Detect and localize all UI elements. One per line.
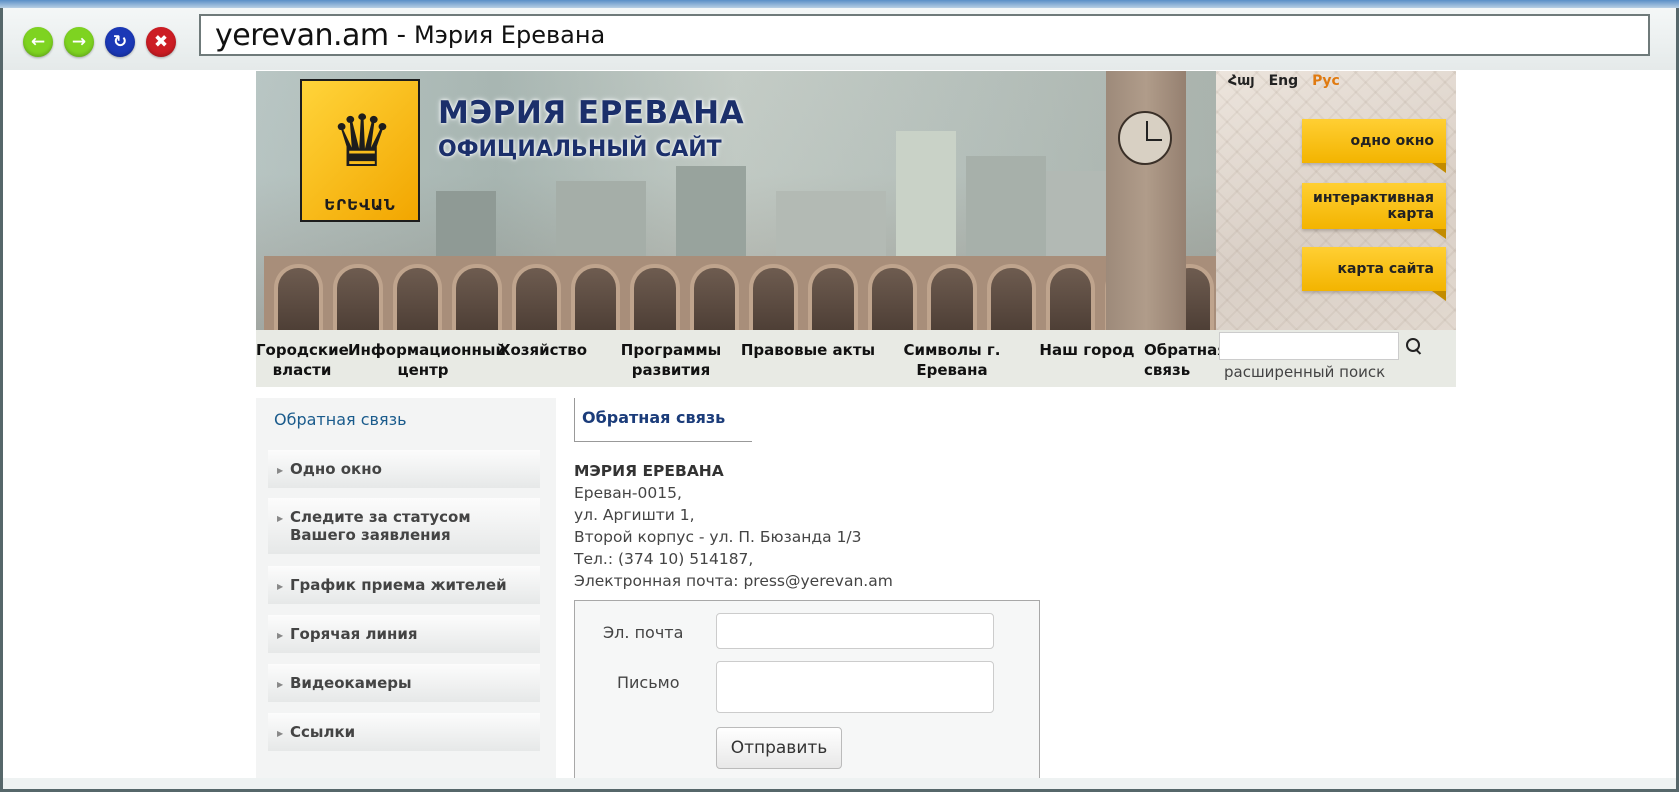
site-name: МЭРИЯ ЕРЕВАНА ОФИЦИАЛЬНЫЙ САЙТ [438,95,744,162]
nav-item-legal-acts[interactable]: Правовые акты [738,330,878,387]
nav-item-info-center[interactable]: Информационный центр [348,330,506,387]
lion-emblem-icon: ♛ [329,99,395,183]
sidebar-item-label: Следите за статусом Вашего заявления [290,508,471,544]
tab-feedback[interactable]: Обратная связь [574,398,752,442]
interactive-map-button[interactable]: интерактивная карта [1302,183,1446,239]
nav-item-city-symbols[interactable]: Символы г. Еревана [878,330,1018,387]
chevron-right-icon: ▶ [277,631,284,640]
sidebar-item-one-window[interactable]: ▶ Одно окно [268,450,540,488]
address-organization: МЭРИЯ ЕРЕВАНА [574,462,724,480]
lang-english[interactable]: Eng [1269,73,1299,89]
site-title: МЭРИЯ ЕРЕВАНА [438,95,745,131]
yerevan-coat-of-arms-logo[interactable]: ♛ ԵՐԵՎԱՆ [300,79,420,222]
contact-address: МЭРИЯ ЕРЕВАНА Ереван-0015, ул. Аргишти 1… [574,460,893,592]
feedback-form: Эл. почта Письмо Отправить [574,600,1040,778]
chevron-right-icon: ▶ [277,466,284,475]
sidebar: Обратная связь ▶ Одно окно ▶ Следите за … [256,398,556,778]
sitemap-button[interactable]: карта сайта [1302,247,1446,301]
sidebar-item-video-cameras[interactable]: ▶ Видеокамеры [268,664,540,702]
lang-armenian[interactable]: Հայ [1228,73,1255,89]
address-line: Ереван-0015, [574,484,682,502]
sidebar-item-label: Ссылки [290,723,356,741]
search-icon[interactable] [1406,338,1422,354]
window-top-border [0,0,1679,8]
language-switcher: Հայ Eng Рус [1228,73,1340,89]
sidebar-item-label: Горячая линия [290,625,418,643]
address-bar[interactable]: yerevan.am - Мэрия Еревана [199,14,1650,56]
stop-icon[interactable]: ✖ [146,27,176,57]
one-window-button[interactable]: одно окно [1302,119,1446,173]
site-subtitle: ОФИЦИАЛЬНЫЙ САЙТ [438,137,722,162]
url-domain: yerevan.am [215,17,389,53]
send-button[interactable]: Отправить [716,727,842,769]
back-arrow-icon[interactable]: ← [23,27,53,57]
sidebar-item-hotline[interactable]: ▶ Горячая линия [268,615,540,653]
clock-tower [1106,71,1186,330]
main-navigation: Городские власти Информационный центр Хо… [256,330,1456,387]
browser-toolbar: ← → ↻ ✖ yerevan.am - Мэрия Еревана [3,8,1676,70]
address-phone: Тел.: (374 10) 514187, [574,550,754,568]
nav-item-feedback[interactable]: Обратная связь [1142,330,1227,387]
sidebar-title[interactable]: Обратная связь [274,410,407,429]
sidebar-item-label: Видеокамеры [290,674,412,692]
chevron-right-icon: ▶ [277,514,284,523]
sidebar-item-label: График приема жителей [290,576,507,594]
search-input[interactable] [1219,332,1399,360]
lang-russian[interactable]: Рус [1312,73,1340,89]
logo-text: ԵՐԵՎԱՆ [324,196,396,214]
header-banner: ♛ ԵՐԵՎԱՆ МЭРИЯ ЕРЕВАНА ОФИЦИАЛЬНЫЙ САЙТ … [256,71,1456,330]
reload-icon[interactable]: ↻ [105,27,135,57]
sidebar-item-reception-schedule[interactable]: ▶ График приема жителей [268,566,540,604]
letter-textarea[interactable] [716,661,994,713]
chevron-right-icon: ▶ [277,680,284,689]
address-line: Второй корпус - ул. П. Бюзанда 1/3 [574,528,862,546]
email-label: Эл. почта [603,623,684,642]
header-right-panel: Հայ Eng Рус одно окно интерактивная карт… [1216,71,1456,330]
page-title: Мэрия Еревана [414,21,606,49]
sidebar-item-track-status[interactable]: ▶ Следите за статусом Вашего заявления [268,498,540,554]
address-line: ул. Аргишти 1, [574,506,695,524]
chevron-right-icon: ▶ [277,582,284,591]
forward-arrow-icon[interactable]: → [64,27,94,57]
nav-item-economy[interactable]: Хозяйство [498,330,588,387]
clock-icon [1118,111,1172,165]
sidebar-item-label: Одно окно [290,460,382,478]
email-field[interactable] [716,613,994,649]
advanced-search-link[interactable]: расширенный поиск [1224,363,1385,381]
sidebar-item-links[interactable]: ▶ Ссылки [268,713,540,751]
chevron-right-icon: ▶ [277,729,284,738]
nav-item-city-authorities[interactable]: Городские власти [256,330,349,387]
government-building-arches [264,256,1224,330]
nav-item-development-programs[interactable]: Программы развития [588,330,738,387]
letter-label: Письмо [617,673,680,692]
url-separator: - [396,20,407,50]
address-email: Электронная почта: press@yerevan.am [574,572,893,590]
nav-item-our-city[interactable]: Наш город [1018,330,1142,387]
